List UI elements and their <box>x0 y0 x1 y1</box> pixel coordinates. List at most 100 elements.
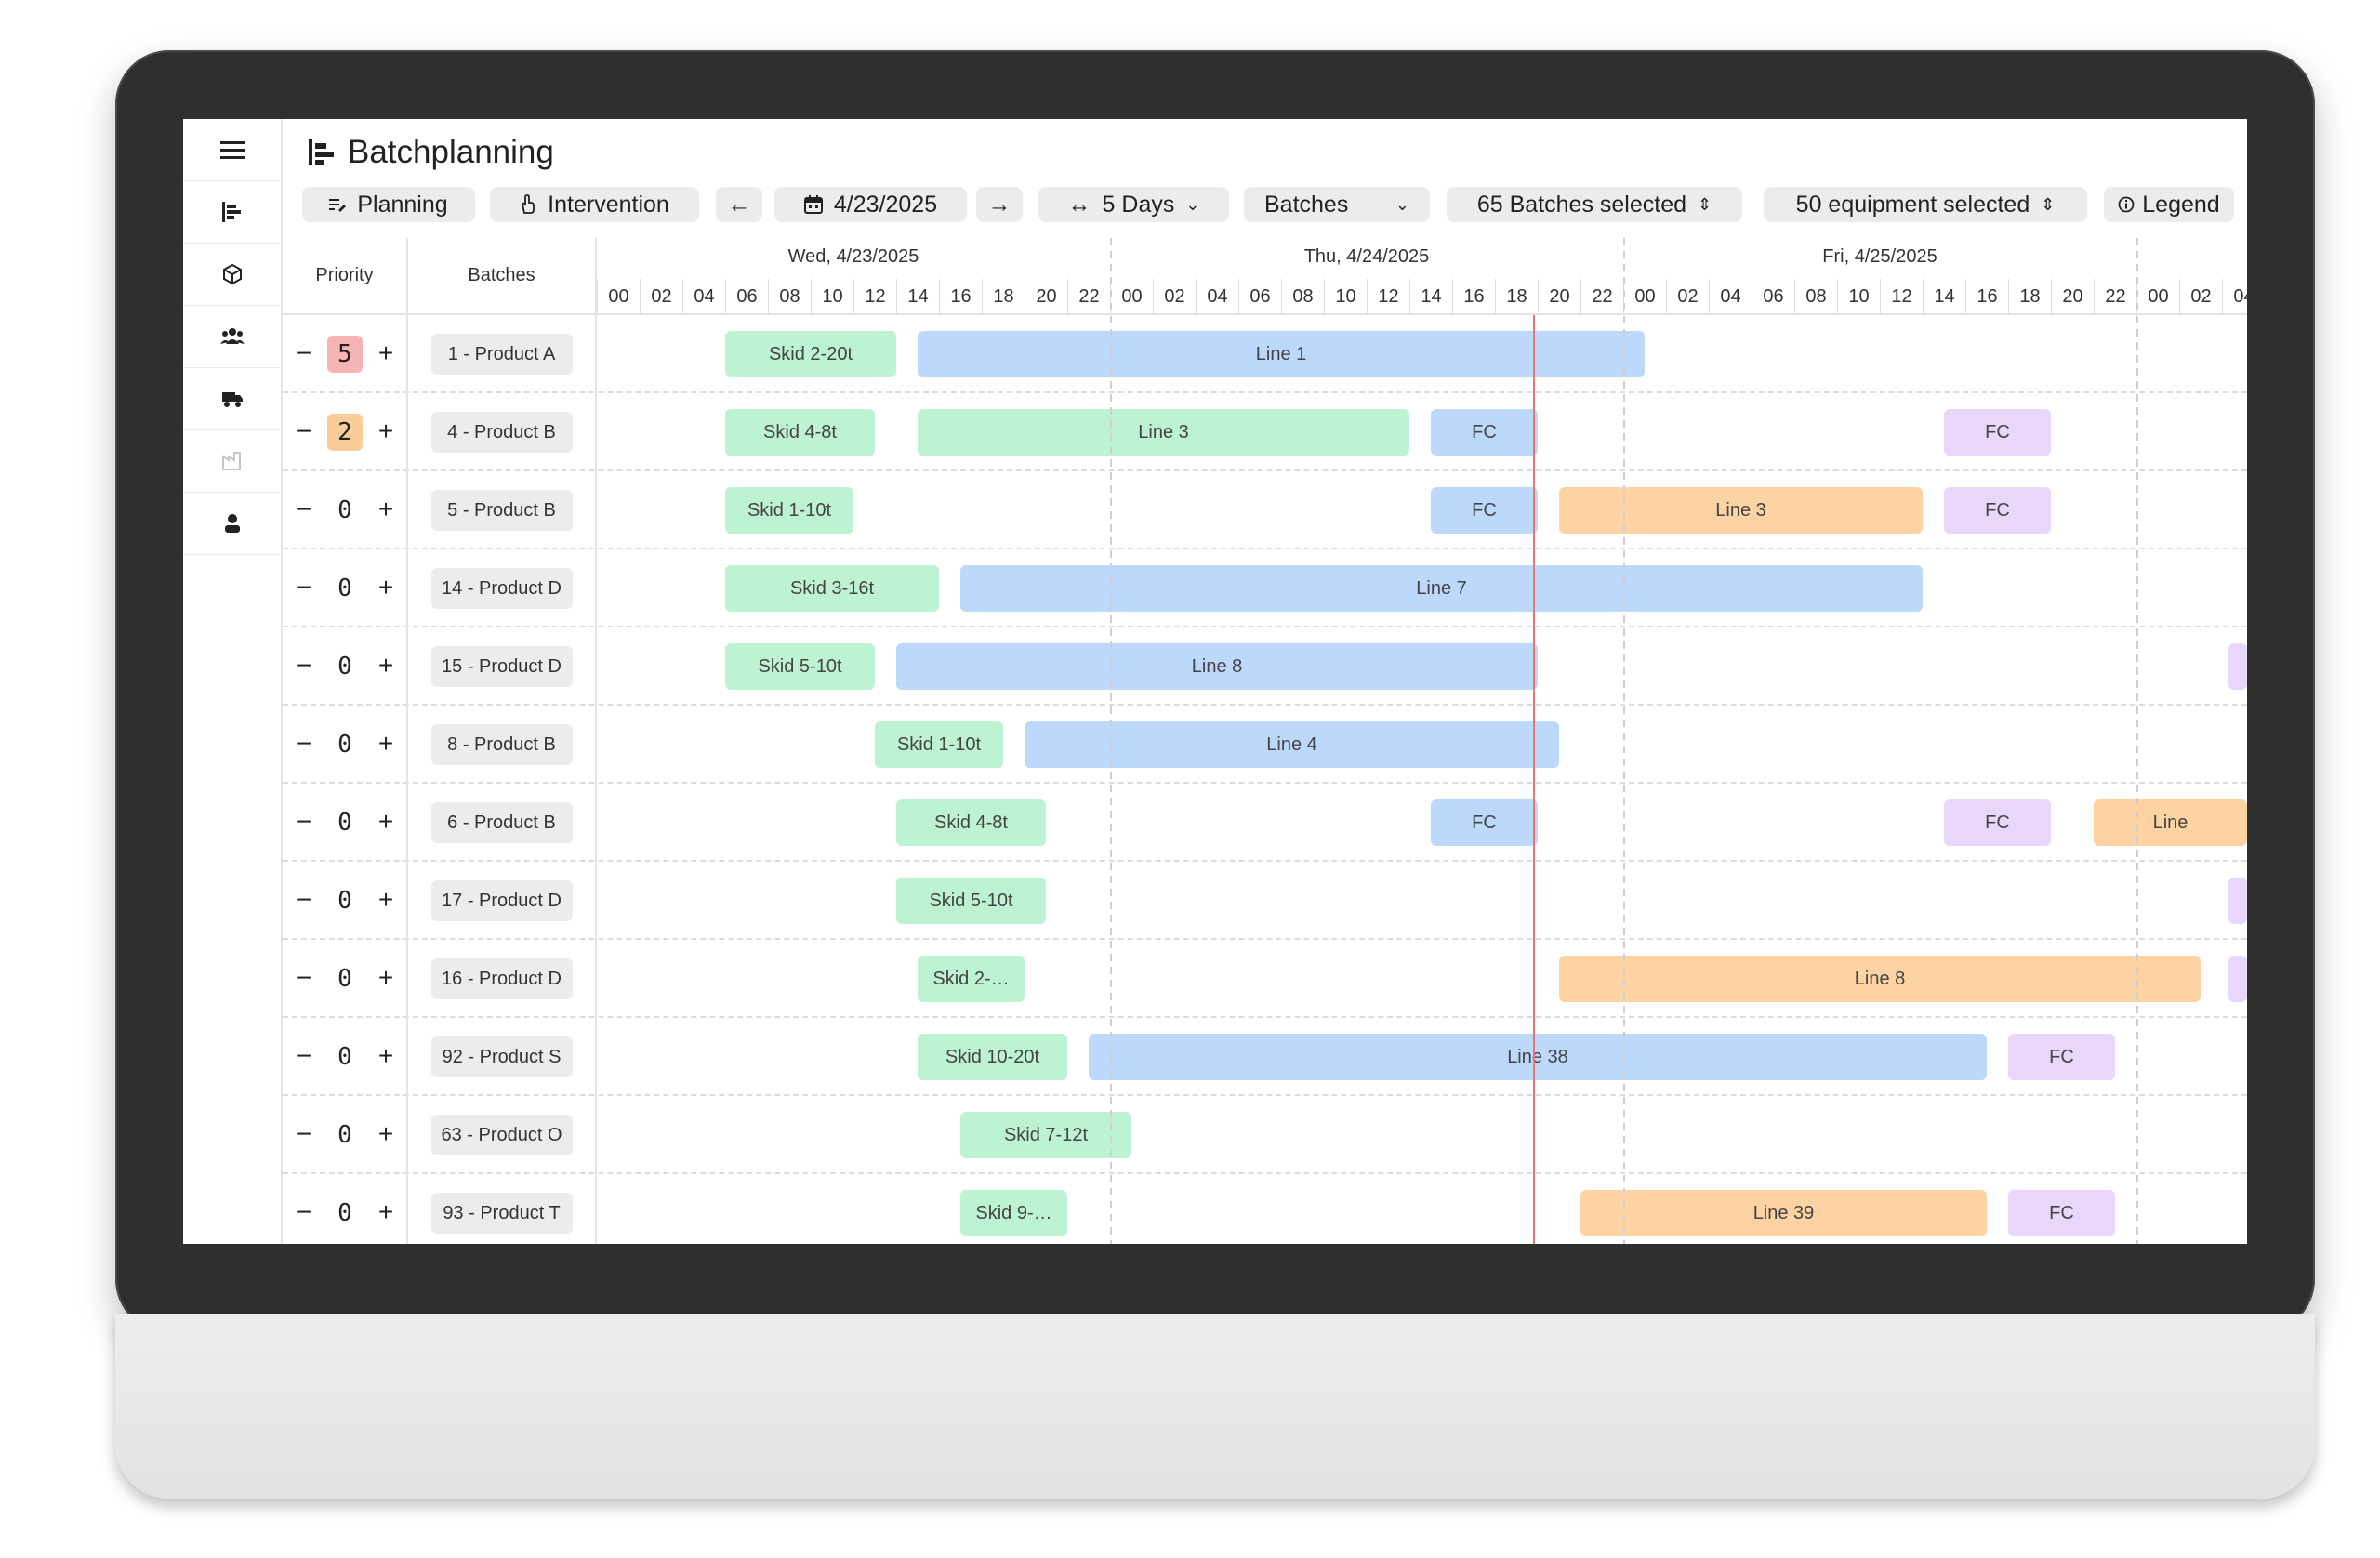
schedule-bar[interactable]: Line 38 <box>1089 1034 1987 1080</box>
schedule-bar[interactable]: Skid 7-12t <box>960 1112 1131 1158</box>
batch-chip[interactable]: 63 - Product O <box>430 1115 573 1155</box>
batch-chip[interactable]: 14 - Product D <box>430 568 573 609</box>
intervention-button[interactable]: Intervention <box>490 187 699 222</box>
menu-icon[interactable] <box>183 119 281 181</box>
priority-value: 0 <box>337 496 352 524</box>
next-date-button[interactable]: → <box>976 187 1023 222</box>
increase-priority-button[interactable]: + <box>374 570 398 605</box>
batch-cell: 63 - Product O <box>408 1096 597 1174</box>
batch-chip[interactable]: 5 - Product B <box>430 490 573 531</box>
batch-chip[interactable]: 17 - Product D <box>430 880 573 921</box>
increase-priority-button[interactable]: + <box>374 1195 398 1230</box>
schedule-bar[interactable]: Skid 1-10t <box>875 721 1003 768</box>
schedule-bar[interactable]: Line <box>2094 799 2247 846</box>
decrease-priority-button[interactable]: − <box>292 726 316 761</box>
increase-priority-button[interactable]: + <box>374 726 398 761</box>
view-select[interactable]: Batches ⌄ <box>1244 187 1430 222</box>
schedule-bar[interactable]: FC <box>1431 799 1538 846</box>
schedule-bar[interactable] <box>2228 643 2247 690</box>
batch-chip[interactable]: 16 - Product D <box>430 958 573 999</box>
batch-chip[interactable]: 1 - Product A <box>430 334 573 375</box>
schedule-bar[interactable]: FC <box>1944 487 2051 534</box>
planning-button[interactable]: Planning <box>302 187 475 222</box>
previous-date-button[interactable]: ← <box>716 187 762 222</box>
schedule-bar[interactable]: Skid 9-… <box>960 1190 1067 1236</box>
schedule-bar[interactable]: Skid 5-10t <box>725 643 875 690</box>
decrease-priority-button[interactable]: − <box>292 1195 316 1230</box>
day-label: Wed, 4/23/2025 <box>787 245 919 267</box>
increase-priority-button[interactable]: + <box>374 882 398 918</box>
schedule-bar[interactable]: FC <box>1431 409 1538 456</box>
increase-priority-button[interactable]: + <box>374 1038 398 1074</box>
schedule-bar[interactable]: FC <box>2008 1190 2115 1236</box>
truck-settings-icon[interactable] <box>183 368 281 430</box>
range-select[interactable]: ↔ 5 Days ⌄ <box>1038 187 1229 222</box>
schedule-bar[interactable] <box>2228 956 2247 1002</box>
schedule-bar[interactable]: Line 1 <box>918 331 1645 377</box>
decrease-priority-button[interactable]: − <box>292 648 316 683</box>
decrease-priority-button[interactable]: − <box>292 414 316 449</box>
batch-cell: 17 - Product D <box>408 862 597 940</box>
priority-value: 0 <box>337 574 352 602</box>
product-cube-icon[interactable] <box>183 244 281 306</box>
increase-priority-button[interactable]: + <box>374 414 398 449</box>
hour-label: 20 <box>1538 279 1580 314</box>
increase-priority-button[interactable]: + <box>374 492 398 527</box>
schedule-bar[interactable]: Skid 2-20t <box>725 331 896 377</box>
hour-label: 00 <box>1110 279 1153 314</box>
date-picker-button[interactable]: 4/23/2025 <box>774 187 967 222</box>
schedule-bar[interactable]: Skid 2-… <box>918 956 1025 1002</box>
users-group-icon[interactable] <box>183 306 281 368</box>
gantt-grid: Priority Batches Wed, 4/23/2025 Thu, 4/24… <box>283 238 2247 1244</box>
schedule-bar[interactable]: Line 3 <box>1559 487 1923 534</box>
schedule-bar[interactable]: Line 8 <box>896 643 1538 690</box>
schedule-bar[interactable]: Skid 5-10t <box>896 878 1046 924</box>
user-admin-icon[interactable] <box>183 493 281 555</box>
increase-priority-button[interactable]: + <box>374 648 398 683</box>
schedule-bar[interactable]: Skid 10-20t <box>918 1034 1067 1080</box>
decrease-priority-button[interactable]: − <box>292 960 316 996</box>
increase-priority-button[interactable]: + <box>374 336 398 371</box>
schedule-bar[interactable]: FC <box>1944 409 2051 456</box>
schedule-bar[interactable]: Skid 4-8t <box>896 799 1046 846</box>
decrease-priority-button[interactable]: − <box>292 570 316 605</box>
schedule-bar[interactable]: Skid 4-8t <box>725 409 875 456</box>
decrease-priority-button[interactable]: − <box>292 1116 316 1152</box>
hour-label: 08 <box>1794 279 1837 314</box>
legend-button[interactable]: Legend <box>2104 187 2234 222</box>
schedule-bar[interactable]: FC <box>2008 1034 2115 1080</box>
schedule-bar[interactable]: Line 3 <box>918 409 1409 456</box>
schedule-bar[interactable]: Line 7 <box>960 565 1923 612</box>
hour-label: 22 <box>2094 279 2136 314</box>
batch-chip[interactable]: 4 - Product B <box>430 412 573 453</box>
schedule-bar[interactable] <box>2228 878 2247 924</box>
priority-cell: −2 + <box>283 393 408 471</box>
decrease-priority-button[interactable]: − <box>292 492 316 527</box>
schedule-bar[interactable]: FC <box>1944 799 2051 846</box>
schedule-bar[interactable]: FC <box>1431 487 1538 534</box>
batch-chip[interactable]: 93 - Product T <box>430 1193 573 1234</box>
decrease-priority-button[interactable]: − <box>292 804 316 839</box>
batch-chip[interactable]: 8 - Product B <box>430 724 573 765</box>
schedule-bar[interactable]: Line 39 <box>1580 1190 1987 1236</box>
equipment-selector[interactable]: 50 equipment selected ⇕ <box>1764 187 2087 222</box>
decrease-priority-button[interactable]: − <box>292 336 316 371</box>
increase-priority-button[interactable]: + <box>374 960 398 996</box>
batch-chip[interactable]: 15 - Product D <box>430 646 573 687</box>
schedule-bar[interactable]: Line 8 <box>1559 956 2201 1002</box>
hour-label: 14 <box>1409 279 1452 314</box>
decrease-priority-button[interactable]: − <box>292 882 316 918</box>
decrease-priority-button[interactable]: − <box>292 1038 316 1074</box>
increase-priority-button[interactable]: + <box>374 804 398 839</box>
batches-selector[interactable]: 65 Batches selected ⇕ <box>1447 187 1742 222</box>
increase-priority-button[interactable]: + <box>374 1116 398 1152</box>
batch-chip[interactable]: 92 - Product S <box>430 1036 573 1077</box>
hour-label: 20 <box>1025 279 1067 314</box>
schedule-bar[interactable]: Skid 1-10t <box>725 487 853 534</box>
planning-nav-icon[interactable] <box>183 181 281 244</box>
batch-chip[interactable]: 6 - Product B <box>430 802 573 843</box>
schedule-bar[interactable]: Skid 3-16t <box>725 565 939 612</box>
schedule-bar[interactable]: Line 4 <box>1025 721 1559 768</box>
priority-cell: −0 + <box>283 940 408 1018</box>
hour-label: 04 <box>1196 279 1238 314</box>
